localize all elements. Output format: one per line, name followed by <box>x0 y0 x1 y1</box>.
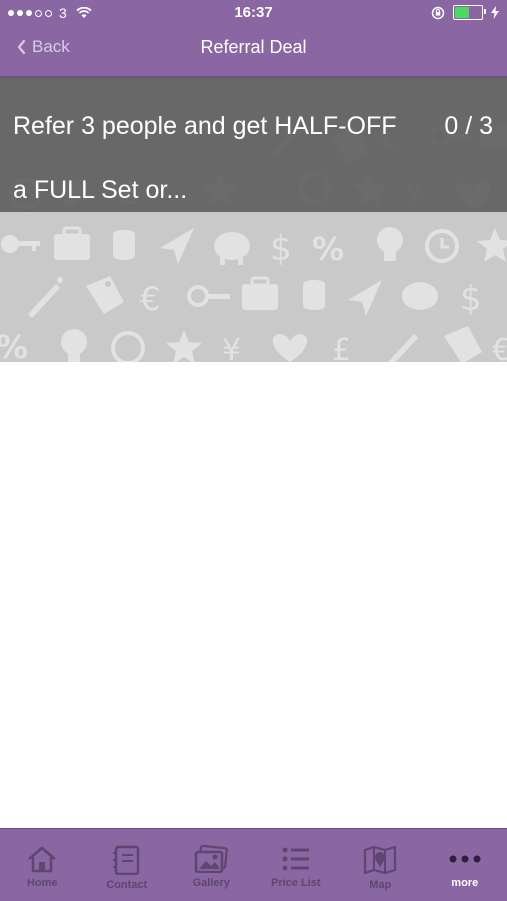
battery-icon <box>453 5 483 20</box>
svg-text:€: € <box>140 280 160 318</box>
briefcase-icon-2 <box>242 278 278 310</box>
svg-text:$: $ <box>270 229 292 269</box>
dollar-icon: $ <box>270 229 292 269</box>
star-icon <box>477 228 507 262</box>
briefcase-icon <box>54 228 90 260</box>
header: 3 16:37 Back Referra <box>0 0 507 76</box>
coins-icon <box>113 230 135 260</box>
piggy-bank-icon <box>214 232 250 265</box>
tab-gallery[interactable]: Gallery <box>169 829 254 901</box>
tab-label: more <box>451 877 478 889</box>
tab-bar: Home Contact Gallery Price L <box>0 828 507 901</box>
svg-text:%: % <box>0 328 28 362</box>
yen-icon: ¥ <box>222 333 241 362</box>
alarm-clock-icon <box>427 231 457 261</box>
magic-wand-icon <box>28 277 63 318</box>
rotation-lock-icon <box>431 6 445 20</box>
tab-label: Gallery <box>193 877 230 889</box>
content-area <box>0 362 507 828</box>
deal-description: Refer 3 people and get HALF-OFF a FULL S… <box>13 94 413 222</box>
navigation-bar: Back Referral Deal <box>0 28 507 68</box>
referral-deal-panel[interactable]: Refer 3 people and get HALF-OFF a FULL S… <box>0 76 507 212</box>
svg-text:€: € <box>492 333 507 362</box>
piggy-bank-icon-2 <box>402 282 438 310</box>
send-icon <box>160 228 194 264</box>
status-right <box>431 5 499 20</box>
percent-icon-2: % <box>0 328 28 362</box>
tab-map[interactable]: Map <box>338 829 423 901</box>
key-icon-2 <box>189 287 230 305</box>
list-icon <box>281 845 311 873</box>
magic-wand-icon-2 <box>386 334 418 362</box>
tab-label: Home <box>27 877 58 889</box>
alarm-clock-icon-2 <box>113 333 143 362</box>
page-title: Referral Deal <box>0 37 507 58</box>
contact-icon <box>113 845 141 875</box>
header-shadow <box>0 76 507 79</box>
tab-label: Price List <box>271 877 321 889</box>
key-icon <box>1 235 40 253</box>
tab-label: Contact <box>106 879 147 891</box>
euro-icon-2: € <box>492 333 507 362</box>
dollar-icon-2: $ <box>460 279 482 319</box>
svg-text:¥: ¥ <box>222 333 241 362</box>
heart-icon <box>273 334 307 362</box>
tab-more[interactable]: more <box>423 829 507 901</box>
home-icon <box>26 845 58 873</box>
svg-text:£: £ <box>332 333 351 362</box>
svg-text:$: $ <box>460 279 482 319</box>
tab-label: Map <box>369 879 391 891</box>
percent-icon: % <box>312 230 344 268</box>
lightbulb-icon-2 <box>61 329 87 362</box>
svg-text:%: % <box>312 230 344 268</box>
star-icon-2 <box>166 330 202 362</box>
lightbulb-icon <box>377 227 403 261</box>
map-icon <box>363 845 397 875</box>
more-icon <box>445 845 485 873</box>
tag-icon-2 <box>444 326 482 362</box>
tab-home[interactable]: Home <box>0 829 85 901</box>
send-icon-2 <box>348 280 382 316</box>
tab-contact[interactable]: Contact <box>85 829 170 901</box>
tab-price-list[interactable]: Price List <box>254 829 339 901</box>
pound-icon: £ <box>332 333 351 362</box>
gallery-icon <box>194 845 228 873</box>
status-bar: 3 16:37 <box>0 0 507 28</box>
tag-icon <box>86 276 124 314</box>
coins-icon-2 <box>303 280 325 310</box>
charging-icon <box>491 6 499 19</box>
euro-icon: € <box>140 280 160 318</box>
referral-progress: 0 / 3 <box>444 94 493 158</box>
